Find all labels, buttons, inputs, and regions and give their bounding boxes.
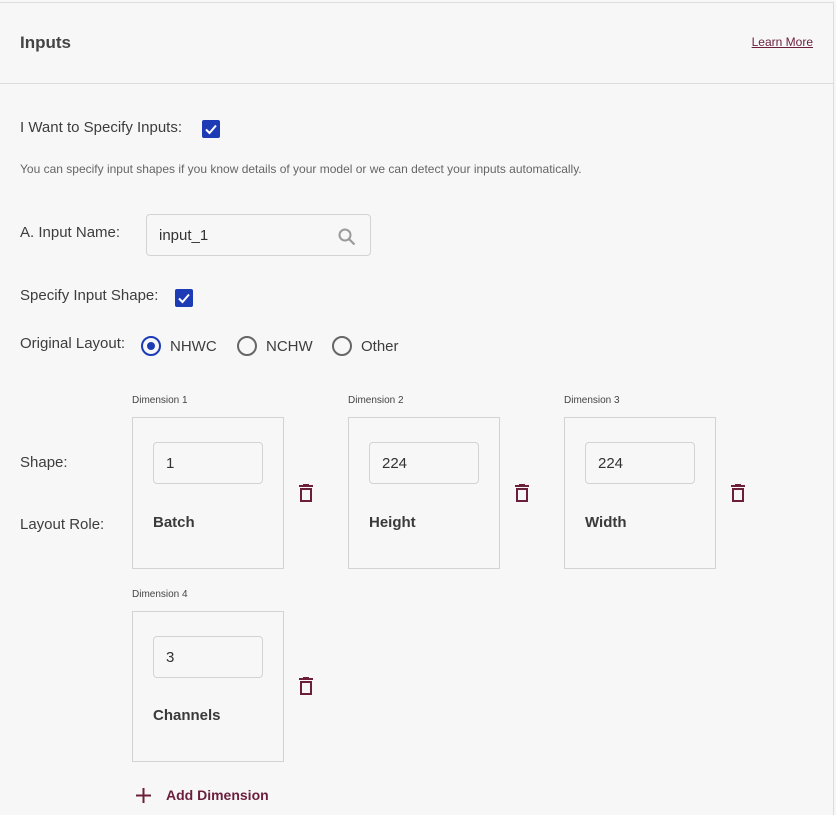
- dimension-role: Batch: [153, 514, 195, 531]
- search-icon[interactable]: [337, 227, 357, 247]
- radio-unselected-icon: [237, 336, 257, 356]
- dimension-role: Width: [585, 514, 627, 531]
- dimension-role: Channels: [153, 707, 221, 724]
- dimension-caption: Dimension 1: [132, 395, 188, 406]
- dimension-caption: Dimension 3: [564, 395, 620, 406]
- radio-nchw-label: NCHW: [266, 337, 313, 355]
- radio-other[interactable]: Other: [332, 336, 399, 356]
- delete-icon[interactable]: [514, 484, 530, 502]
- dimension-value-input[interactable]: [369, 442, 479, 484]
- radio-other-label: Other: [361, 337, 399, 355]
- radio-unselected-icon: [332, 336, 352, 356]
- dimension-role: Height: [369, 514, 416, 531]
- dimension-card: Batch: [132, 417, 284, 569]
- dimension-caption: Dimension 4: [132, 589, 188, 600]
- specify-shape-label: Specify Input Shape:: [20, 287, 159, 304]
- delete-icon[interactable]: [298, 677, 314, 695]
- add-dimension-button[interactable]: Add Dimension: [135, 785, 269, 805]
- layout-role-row-label: Layout Role:: [20, 516, 105, 533]
- original-layout-label: Original Layout:: [20, 335, 126, 352]
- delete-icon[interactable]: [730, 484, 746, 502]
- inputs-hint-text: You can specify input shapes if you know…: [20, 162, 582, 176]
- dimension-card: Channels: [132, 611, 284, 762]
- panel-title: Inputs: [20, 33, 71, 52]
- specify-inputs-label: I Want to Specify Inputs:: [20, 119, 183, 136]
- dimension-card: Height: [348, 417, 500, 569]
- dimension-value-input[interactable]: [153, 442, 263, 484]
- add-dimension-label: Add Dimension: [166, 787, 269, 803]
- specify-shape-checkbox[interactable]: [175, 289, 193, 307]
- shape-row-label: Shape:: [20, 454, 68, 471]
- radio-nchw[interactable]: NCHW: [237, 336, 313, 356]
- specify-inputs-checkbox[interactable]: [202, 120, 220, 138]
- checkmark-icon: [178, 293, 190, 304]
- dimension-value-input[interactable]: [585, 442, 695, 484]
- input-name-label: A. Input Name:: [20, 224, 121, 241]
- learn-more-link[interactable]: Learn More: [752, 35, 813, 49]
- radio-selected-icon: [141, 336, 161, 356]
- panel-header: Inputs Learn More: [0, 3, 833, 84]
- plus-icon: [136, 787, 151, 803]
- delete-icon[interactable]: [298, 484, 314, 502]
- radio-nhwc[interactable]: NHWC: [141, 336, 217, 356]
- dimension-card: Width: [564, 417, 716, 569]
- radio-nhwc-label: NHWC: [170, 337, 217, 355]
- checkmark-icon: [205, 124, 217, 135]
- dimension-caption: Dimension 2: [348, 395, 404, 406]
- dimension-value-input[interactable]: [153, 636, 263, 678]
